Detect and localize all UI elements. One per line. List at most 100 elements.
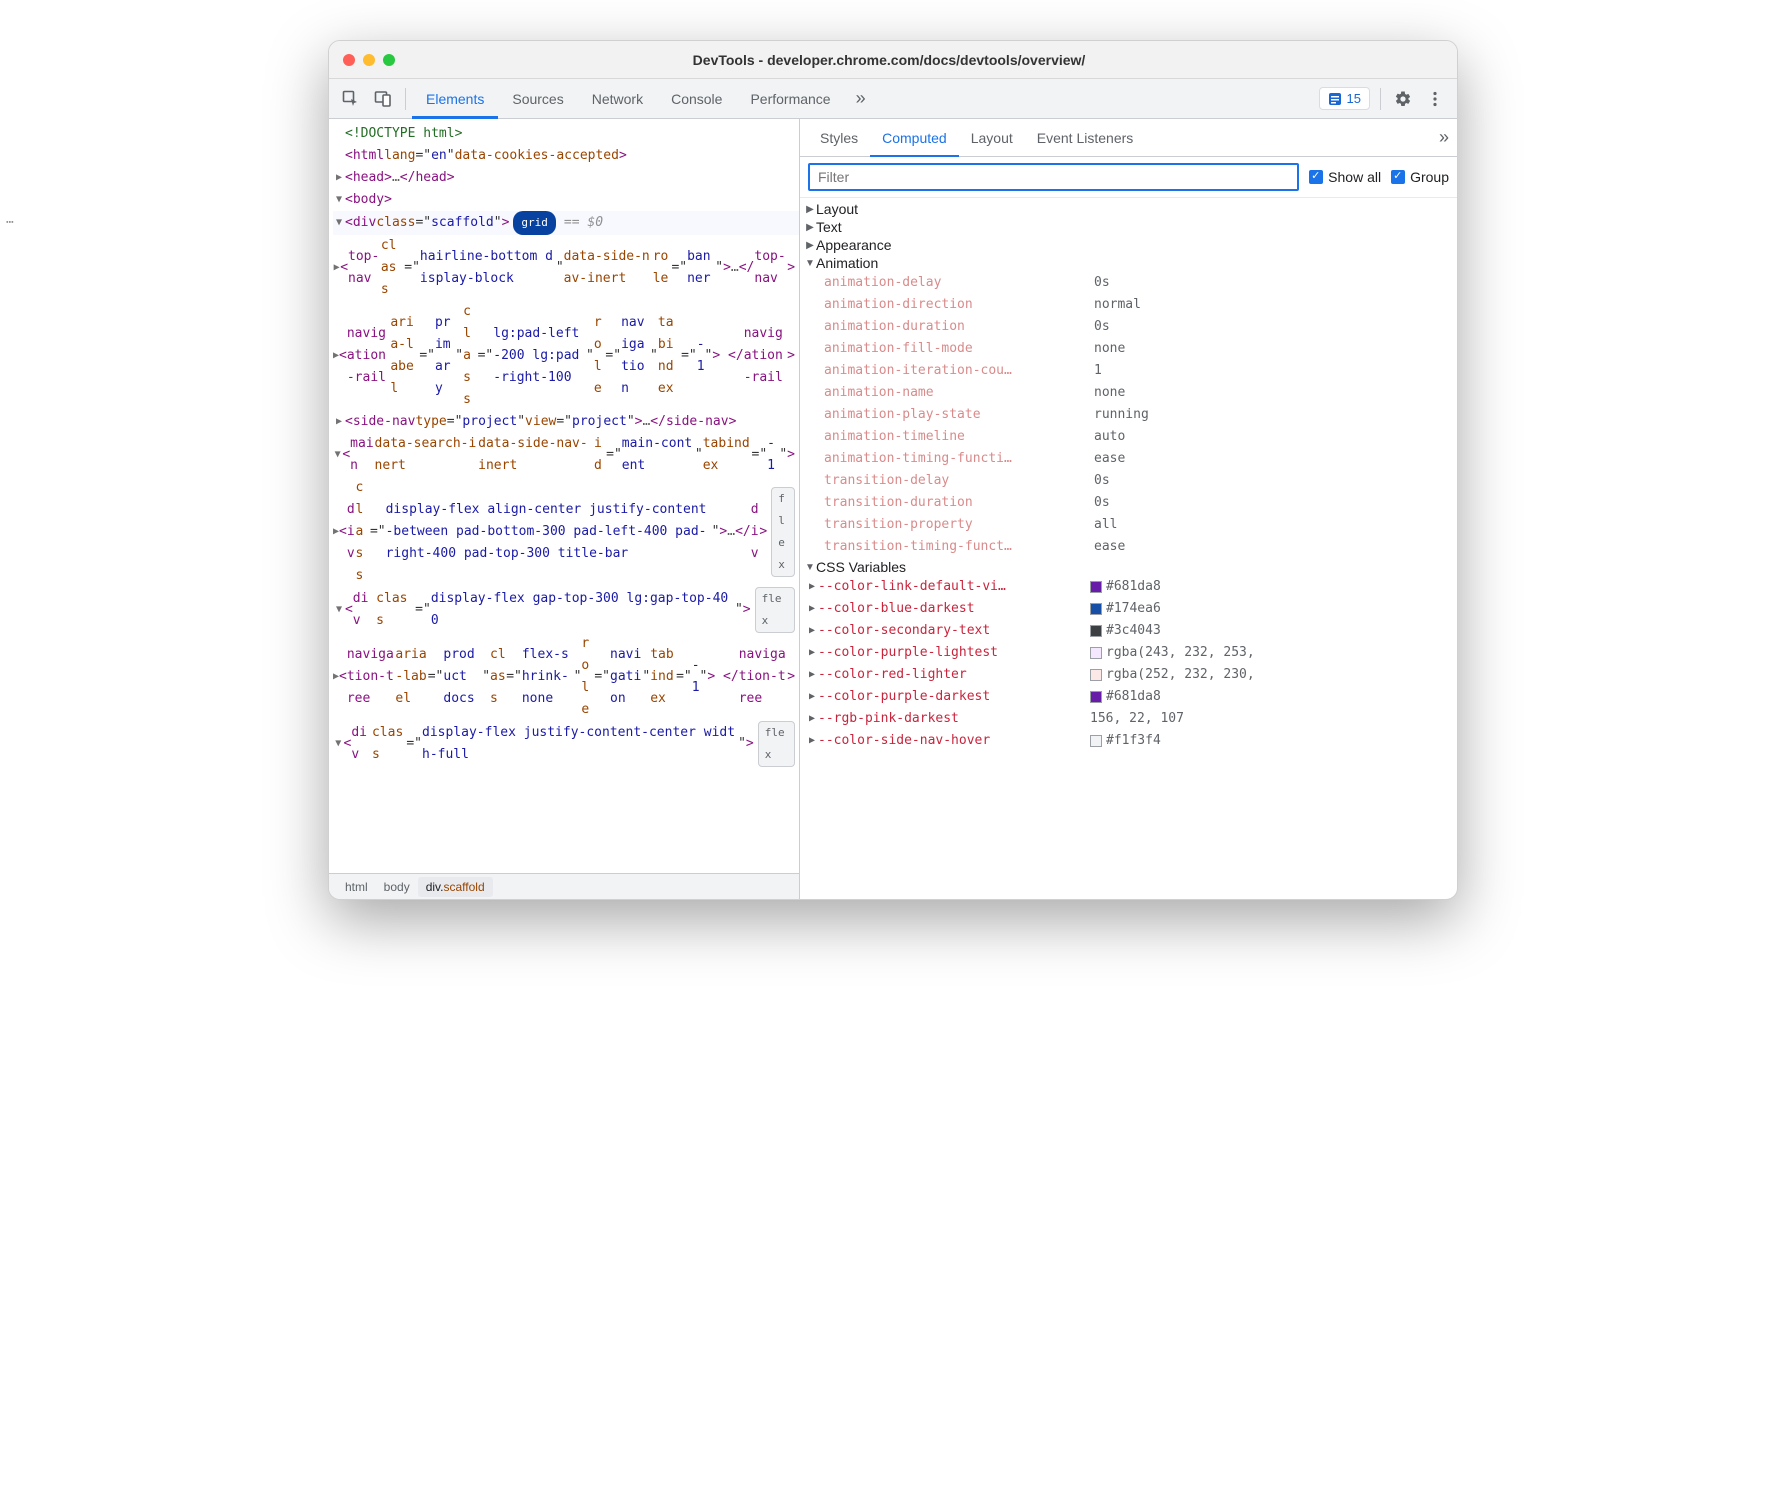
tab-elements[interactable]: Elements bbox=[412, 79, 498, 119]
property-value: 0s bbox=[1094, 272, 1110, 294]
property-value: running bbox=[1094, 404, 1149, 426]
flex-badge[interactable]: flex bbox=[771, 487, 795, 577]
property-name: transition-property bbox=[824, 514, 1094, 536]
variable-value: rgba(243, 232, 253, bbox=[1090, 642, 1255, 664]
more-tabs-icon[interactable]: » bbox=[847, 85, 875, 113]
css-variable[interactable]: ▶--color-secondary-text#3c4043 bbox=[800, 620, 1457, 642]
css-variable[interactable]: ▶--color-blue-darkest#174ea6 bbox=[800, 598, 1457, 620]
computed-property[interactable]: animation-directionnormal bbox=[800, 294, 1457, 316]
color-swatch bbox=[1090, 581, 1102, 593]
dom-tree[interactable]: <!DOCTYPE html> <html lang="en" data-coo… bbox=[329, 119, 799, 873]
property-value: none bbox=[1094, 382, 1125, 404]
variable-name: --color-red-lighter bbox=[818, 664, 1090, 686]
css-variable[interactable]: ▶--color-purple-lightestrgba(243, 232, 2… bbox=[800, 642, 1457, 664]
device-toolbar-icon[interactable] bbox=[369, 85, 397, 113]
tab-sources[interactable]: Sources bbox=[498, 79, 577, 119]
property-name: animation-fill-mode bbox=[824, 338, 1094, 360]
computed-property[interactable]: transition-delay0s bbox=[800, 470, 1457, 492]
subtab-computed[interactable]: Computed bbox=[870, 119, 959, 157]
breadcrumb-body[interactable]: body bbox=[376, 877, 418, 897]
sidebar-tabs: Styles Computed Layout Event Listeners » bbox=[800, 119, 1457, 157]
color-swatch bbox=[1090, 669, 1102, 681]
computed-property[interactable]: transition-duration0s bbox=[800, 492, 1457, 514]
dom-doctype: <!DOCTYPE html> bbox=[345, 123, 462, 145]
property-name: animation-direction bbox=[824, 294, 1094, 316]
computed-property[interactable]: animation-iteration-cou…1 bbox=[800, 360, 1457, 382]
section-text[interactable]: ▶Text bbox=[800, 218, 1457, 236]
console-ref: == $0 bbox=[564, 212, 603, 234]
property-value: 0s bbox=[1094, 470, 1110, 492]
dom-selected-node[interactable]: ⋯ ▼<div class="scaffold"> grid == $0 bbox=[333, 211, 799, 235]
css-variable[interactable]: ▶--color-side-nav-hover#f1f3f4 bbox=[800, 730, 1457, 752]
variable-name: --color-purple-darkest bbox=[818, 686, 1090, 708]
more-subtabs-icon[interactable]: » bbox=[1439, 127, 1449, 148]
flex-badge[interactable]: flex bbox=[758, 721, 795, 767]
inspect-icon[interactable] bbox=[337, 85, 365, 113]
computed-panel: Styles Computed Layout Event Listeners »… bbox=[800, 119, 1457, 899]
variable-name: --color-purple-lightest bbox=[818, 642, 1090, 664]
variable-name: --color-blue-darkest bbox=[818, 598, 1090, 620]
issues-button[interactable]: 15 bbox=[1319, 87, 1370, 110]
variable-value: #681da8 bbox=[1090, 576, 1161, 598]
css-variable[interactable]: ▶--color-purple-darkest#681da8 bbox=[800, 686, 1457, 708]
property-name: animation-name bbox=[824, 382, 1094, 404]
variable-value: #3c4043 bbox=[1090, 620, 1161, 642]
section-layout[interactable]: ▶Layout bbox=[800, 200, 1457, 218]
close-window-button[interactable] bbox=[343, 54, 355, 66]
issues-count: 15 bbox=[1347, 91, 1361, 106]
variable-name: --color-link-default-vi… bbox=[818, 576, 1090, 598]
property-name: animation-iteration-cou… bbox=[824, 360, 1094, 382]
color-swatch bbox=[1090, 691, 1102, 703]
section-css-variables[interactable]: ▼CSS Variables bbox=[800, 558, 1457, 576]
css-variable[interactable]: ▶--color-red-lighterrgba(252, 232, 230, bbox=[800, 664, 1457, 686]
computed-property[interactable]: animation-namenone bbox=[800, 382, 1457, 404]
breadcrumb-html[interactable]: html bbox=[337, 877, 376, 897]
variable-value: #681da8 bbox=[1090, 686, 1161, 708]
property-name: transition-delay bbox=[824, 470, 1094, 492]
computed-list[interactable]: ▶Layout ▶Text ▶Appearance ▼Animation ani… bbox=[800, 198, 1457, 899]
minimize-window-button[interactable] bbox=[363, 54, 375, 66]
subtab-layout[interactable]: Layout bbox=[959, 119, 1025, 157]
color-swatch bbox=[1090, 735, 1102, 747]
settings-icon[interactable] bbox=[1389, 85, 1417, 113]
property-value: auto bbox=[1094, 426, 1125, 448]
computed-property[interactable]: animation-duration0s bbox=[800, 316, 1457, 338]
computed-property[interactable]: transition-timing-funct…ease bbox=[800, 536, 1457, 558]
grid-badge[interactable]: grid bbox=[513, 211, 556, 235]
computed-property[interactable]: animation-delay0s bbox=[800, 272, 1457, 294]
computed-property[interactable]: animation-play-staterunning bbox=[800, 404, 1457, 426]
property-value: ease bbox=[1094, 536, 1125, 558]
property-value: normal bbox=[1094, 294, 1141, 316]
subtab-event-listeners[interactable]: Event Listeners bbox=[1025, 119, 1146, 157]
property-name: animation-delay bbox=[824, 272, 1094, 294]
color-swatch bbox=[1090, 647, 1102, 659]
section-animation[interactable]: ▼Animation bbox=[800, 254, 1457, 272]
property-name: animation-play-state bbox=[824, 404, 1094, 426]
property-name: transition-duration bbox=[824, 492, 1094, 514]
tab-performance[interactable]: Performance bbox=[736, 79, 844, 119]
flex-badge[interactable]: flex bbox=[755, 587, 795, 633]
kebab-menu-icon[interactable] bbox=[1421, 85, 1449, 113]
maximize-window-button[interactable] bbox=[383, 54, 395, 66]
tab-console[interactable]: Console bbox=[657, 79, 736, 119]
show-all-checkbox[interactable]: Show all bbox=[1309, 169, 1381, 185]
css-variable[interactable]: ▶--color-link-default-vi…#681da8 bbox=[800, 576, 1457, 598]
group-checkbox[interactable]: Group bbox=[1391, 169, 1449, 185]
computed-property[interactable]: animation-timing-functi…ease bbox=[800, 448, 1457, 470]
breadcrumb-scaffold[interactable]: div.scaffold bbox=[418, 877, 493, 897]
color-swatch bbox=[1090, 625, 1102, 637]
property-value: none bbox=[1094, 338, 1125, 360]
filter-input[interactable] bbox=[808, 163, 1299, 191]
computed-property[interactable]: animation-fill-modenone bbox=[800, 338, 1457, 360]
computed-property[interactable]: transition-propertyall bbox=[800, 514, 1457, 536]
separator bbox=[405, 88, 406, 110]
section-appearance[interactable]: ▶Appearance bbox=[800, 236, 1457, 254]
tab-network[interactable]: Network bbox=[578, 79, 657, 119]
computed-property[interactable]: animation-timelineauto bbox=[800, 426, 1457, 448]
property-value: all bbox=[1094, 514, 1117, 536]
css-variable[interactable]: ▶--rgb-pink-darkest156, 22, 107 bbox=[800, 708, 1457, 730]
separator bbox=[1380, 88, 1381, 110]
variable-name: --color-side-nav-hover bbox=[818, 730, 1090, 752]
subtab-styles[interactable]: Styles bbox=[808, 119, 870, 157]
property-value: 0s bbox=[1094, 492, 1110, 514]
